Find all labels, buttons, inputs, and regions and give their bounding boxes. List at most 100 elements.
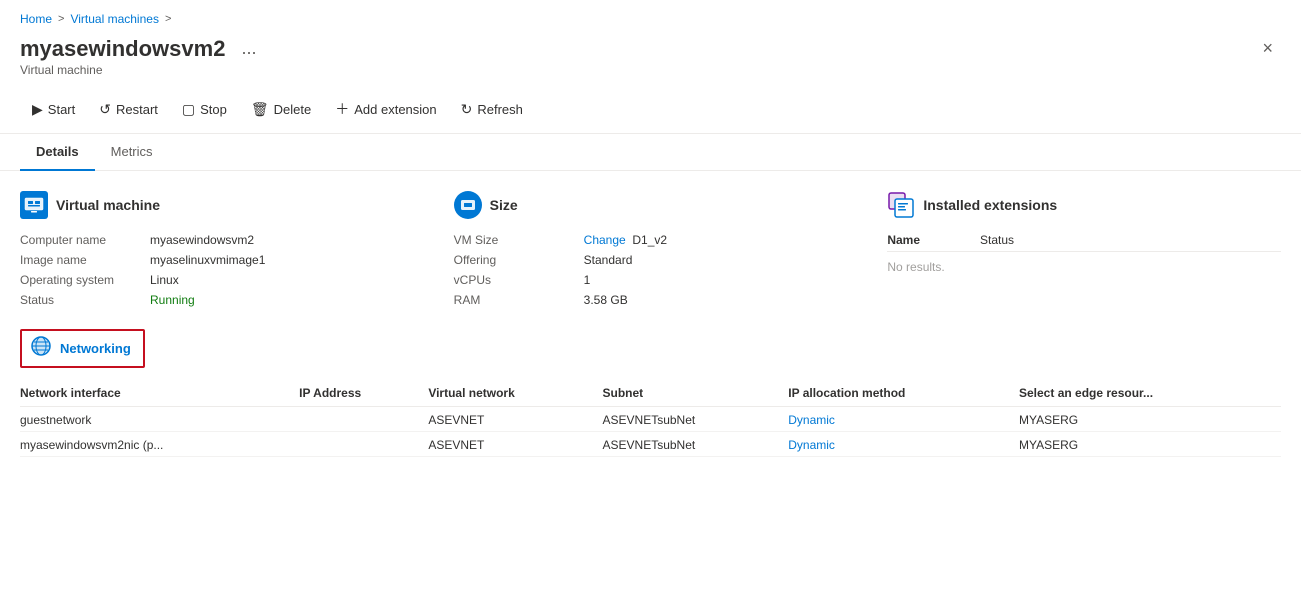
net-ip-0 — [299, 407, 428, 432]
virtual-machine-section: Virtual machine Computer name myasewindo… — [20, 191, 414, 313]
size-icon — [454, 191, 482, 219]
tabs-bar: Details Metrics — [0, 134, 1301, 171]
add-extension-icon: ＋ — [335, 99, 349, 119]
refresh-button[interactable]: ↻ Refresh — [449, 95, 535, 124]
extensions-col-name: Name — [887, 233, 920, 247]
networking-svg-icon — [30, 335, 52, 357]
size-ram-row: RAM 3.58 GB — [454, 293, 848, 307]
restart-button[interactable]: ↺ Restart — [87, 95, 170, 124]
size-section: Size VM Size Change D1_v2 Offering Stand… — [454, 191, 848, 313]
vm-section-title: Virtual machine — [56, 197, 160, 213]
refresh-label: Refresh — [477, 102, 523, 117]
extensions-col-status: Status — [980, 233, 1014, 247]
page-subtitle: Virtual machine — [0, 63, 1301, 85]
networking-icon — [30, 335, 52, 362]
size-vcpus-row: vCPUs 1 — [454, 273, 848, 287]
size-offering-row: Offering Standard — [454, 253, 848, 267]
net-resource-0: MYASERG — [1019, 407, 1281, 432]
breadcrumb: Home > Virtual machines > — [0, 0, 1301, 30]
networking-section: Networking Network interface IP Address … — [20, 329, 1281, 457]
networking-col-vnet: Virtual network — [428, 382, 602, 407]
extensions-section-title: Installed extensions — [923, 197, 1057, 213]
size-vcpus-value: 1 — [584, 273, 591, 287]
size-ram-value: 3.58 GB — [584, 293, 628, 307]
title-area: myasewindowsvm2 ... — [20, 36, 262, 62]
networking-row: myasewindowsvm2nic (p... ASEVNET ASEVNET… — [20, 432, 1281, 457]
net-subnet-0: ASEVNETsubNet — [603, 407, 789, 432]
size-section-title: Size — [490, 197, 518, 213]
networking-col-allocation: IP allocation method — [788, 382, 1019, 407]
networking-row: guestnetwork ASEVNET ASEVNETsubNet Dynam… — [20, 407, 1281, 432]
vm-details: Computer name myasewindowsvm2 Image name… — [20, 233, 414, 307]
toolbar: ▶ Start ↺ Restart ▢ Stop 🗑 Delete ＋ Add … — [0, 85, 1301, 134]
add-extension-button[interactable]: ＋ Add extension — [323, 93, 448, 125]
vm-status-label: Status — [20, 293, 140, 307]
content-area: Virtual machine Computer name myasewindo… — [0, 171, 1301, 477]
networking-col-interface: Network interface — [20, 382, 299, 407]
net-vnet-1: ASEVNET — [428, 432, 602, 457]
net-subnet-1: ASEVNETsubNet — [603, 432, 789, 457]
net-allocation-1: Dynamic — [788, 432, 1019, 457]
size-vmsize-label: VM Size — [454, 233, 574, 247]
stop-icon: ▢ — [182, 101, 195, 118]
vm-icon — [20, 191, 48, 219]
page-container: Home > Virtual machines > myasewindowsvm… — [0, 0, 1301, 596]
vm-os-row: Operating system Linux — [20, 273, 414, 287]
vm-os-value: Linux — [150, 273, 179, 287]
size-vmsize-row: VM Size Change D1_v2 — [454, 233, 848, 247]
net-vnet-0: ASEVNET — [428, 407, 602, 432]
extensions-no-results: No results. — [887, 260, 1281, 274]
delete-icon: 🗑 — [251, 101, 269, 118]
stop-button[interactable]: ▢ Stop — [170, 95, 239, 124]
vm-computer-name-label: Computer name — [20, 233, 140, 247]
page-title: myasewindowsvm2 — [20, 36, 225, 62]
size-offering-label: Offering — [454, 253, 574, 267]
vm-computer-name-row: Computer name myasewindowsvm2 — [20, 233, 414, 247]
extensions-section: Installed extensions Name Status No resu… — [887, 191, 1281, 313]
vm-image-name-label: Image name — [20, 253, 140, 267]
vm-section-header: Virtual machine — [20, 191, 414, 219]
size-details: VM Size Change D1_v2 Offering Standard v… — [454, 233, 848, 307]
extensions-section-header: Installed extensions — [887, 191, 1281, 219]
stop-label: Stop — [200, 102, 227, 117]
start-label: Start — [48, 102, 75, 117]
net-interface-1: myasewindowsvm2nic (p... — [20, 432, 299, 457]
networking-col-ip: IP Address — [299, 382, 428, 407]
breadcrumb-sep2: > — [165, 13, 171, 25]
tab-details[interactable]: Details — [20, 134, 95, 171]
delete-button[interactable]: 🗑 Delete — [239, 95, 323, 124]
net-interface-0: guestnetwork — [20, 407, 299, 432]
net-ip-1 — [299, 432, 428, 457]
extensions-icon — [887, 191, 915, 219]
start-button[interactable]: ▶ Start — [20, 95, 87, 124]
net-resource-1: MYASERG — [1019, 432, 1281, 457]
networking-table: Network interface IP Address Virtual net… — [20, 382, 1281, 457]
tab-metrics[interactable]: Metrics — [95, 134, 169, 171]
restart-label: Restart — [116, 102, 158, 117]
breadcrumb-vms[interactable]: Virtual machines — [70, 12, 159, 26]
vm-image-name-value: myaselinuxvmimage1 — [150, 253, 265, 267]
header-row: myasewindowsvm2 ... × — [0, 30, 1301, 63]
vm-status-value: Running — [150, 293, 195, 307]
size-offering-value: Standard — [584, 253, 633, 267]
networking-col-resource: Select an edge resour... — [1019, 382, 1281, 407]
extensions-svg-icon — [887, 191, 915, 219]
breadcrumb-sep1: > — [58, 13, 64, 25]
extensions-divider — [887, 251, 1281, 252]
ellipsis-button[interactable]: ... — [235, 36, 262, 61]
size-ram-label: RAM — [454, 293, 574, 307]
add-extension-label: Add extension — [354, 102, 436, 117]
breadcrumb-home[interactable]: Home — [20, 12, 52, 26]
size-section-icon — [454, 191, 482, 219]
size-change-link[interactable]: Change — [584, 233, 626, 247]
vm-status-row: Status Running — [20, 293, 414, 307]
start-icon: ▶ — [32, 101, 43, 118]
size-section-header: Size — [454, 191, 848, 219]
size-vmsize-value: Change D1_v2 — [584, 233, 667, 247]
close-button[interactable]: × — [1254, 34, 1281, 63]
vm-computer-name-value: myasewindowsvm2 — [150, 233, 254, 247]
networking-col-subnet: Subnet — [603, 382, 789, 407]
networking-table-header-row: Network interface IP Address Virtual net… — [20, 382, 1281, 407]
networking-header-box[interactable]: Networking — [20, 329, 145, 368]
networking-title: Networking — [60, 341, 131, 356]
